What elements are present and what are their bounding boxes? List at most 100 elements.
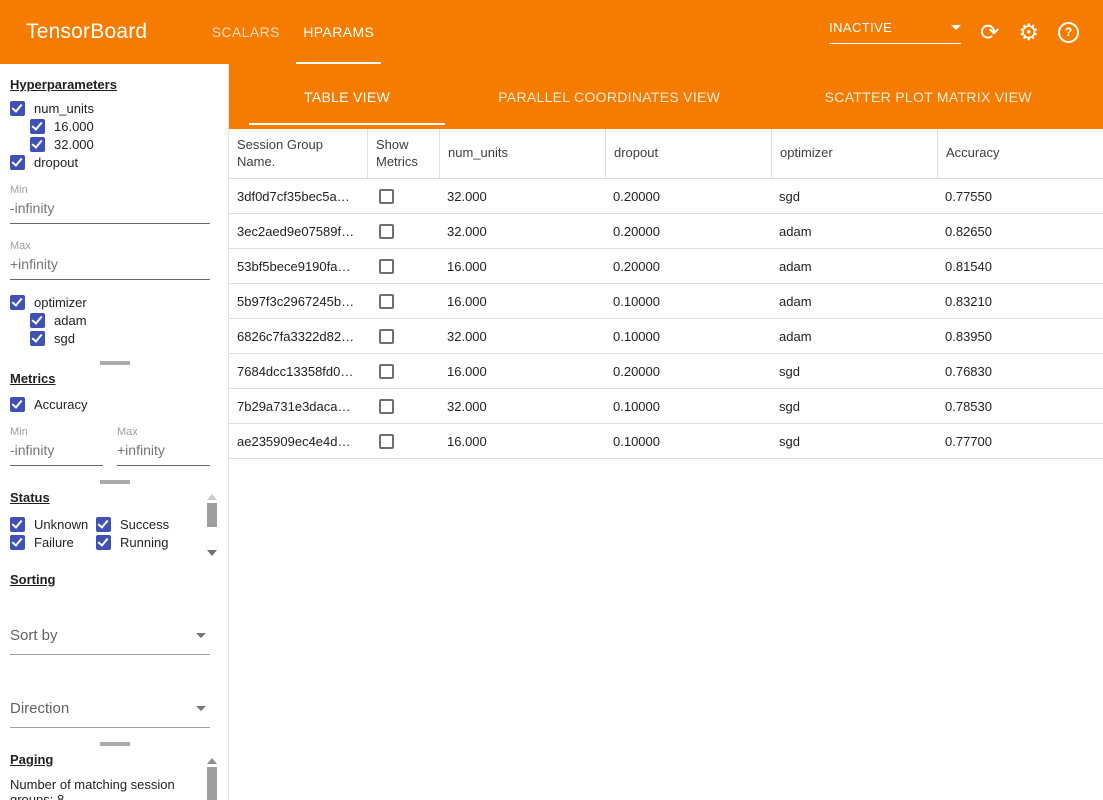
failure-checkbox[interactable] [10,535,25,550]
show-metrics-cell [367,224,439,239]
section-resize-handle[interactable] [100,742,130,746]
show-metrics-checkbox[interactable] [379,259,394,274]
show-metrics-checkbox[interactable] [379,329,394,344]
dropout-min-input[interactable]: -infinity [10,196,210,224]
chevron-down-icon [196,633,206,638]
sort-by-value: Sort by [10,627,58,644]
status-failure[interactable]: Failure [10,533,96,551]
unknown-label: Unknown [34,517,88,532]
status-running[interactable]: Running [96,533,219,551]
optimizer-cell: sgd [771,434,937,449]
num-units-cell: 32.000 [439,224,605,239]
scroll-up-icon[interactable] [207,494,217,500]
metric-max-input[interactable]: +infinity [117,438,210,466]
accuracy-cell: 0.83950 [937,329,1103,344]
status-unknown[interactable]: Unknown [10,515,96,533]
column-header-accuracy[interactable]: Accuracy [937,129,1103,178]
accuracy-cell: 0.77700 [937,434,1103,449]
show-metrics-cell [367,329,439,344]
hparam-dropout[interactable]: dropout [10,153,219,171]
show-metrics-checkbox[interactable] [379,189,394,204]
table-row: 6826c7fa3322d82… 32.000 0.10000 adam 0.8… [229,319,1103,354]
column-header-optimizer[interactable]: optimizer [771,129,937,178]
dropout-checkbox[interactable] [10,155,25,170]
scrollbar-thumb[interactable] [207,767,217,800]
tab-scalars[interactable]: SCALARS [199,0,292,64]
optimizer-checkbox[interactable] [10,295,25,310]
hparam-value-sgd[interactable]: sgd [30,329,219,347]
column-header-show-metrics[interactable]: Show Metrics [367,129,439,178]
show-metrics-cell [367,294,439,309]
show-metrics-cell [367,434,439,449]
paging-scrollbar [207,758,217,800]
show-metrics-checkbox[interactable] [379,294,394,309]
table-header: Session Group Name. Show Metrics num_uni… [229,129,1103,179]
hparam-value-16[interactable]: 16.000 [30,117,219,135]
sort-by-select[interactable]: Sort by [10,623,210,655]
success-checkbox[interactable] [96,517,111,532]
settings-icon[interactable]: ⚙ [1018,21,1039,44]
adam-checkbox[interactable] [30,313,45,328]
metric-min-label: Min [10,426,103,438]
section-resize-handle[interactable] [100,361,130,365]
accuracy-checkbox[interactable] [10,397,25,412]
column-header-num-units[interactable]: num_units [439,129,605,178]
value-16-checkbox[interactable] [30,119,45,134]
show-metrics-checkbox[interactable] [379,434,394,449]
tab-hparams[interactable]: HPARAMS [292,0,385,64]
metrics-title: Metrics [10,371,219,386]
help-icon[interactable]: ? [1058,22,1079,43]
section-resize-handle[interactable] [100,480,130,484]
show-metrics-cell [367,364,439,379]
direction-value: Direction [10,700,69,717]
status-title: Status [10,490,219,505]
session-group-name-cell: 5b97f3c2967245b… [229,294,367,309]
dropout-max-input[interactable]: +infinity [10,252,210,280]
value-16-label: 16.000 [54,119,94,134]
success-label: Success [120,517,169,532]
scrollbar-thumb[interactable] [207,503,217,527]
table-row: 3df0d7cf35bec5a… 32.000 0.20000 sgd 0.77… [229,179,1103,214]
chevron-down-icon [951,25,961,30]
tab-parallel-coordinates-view[interactable]: PARALLEL COORDINATES VIEW [465,64,753,129]
show-metrics-checkbox[interactable] [379,224,394,239]
sgd-checkbox[interactable] [30,331,45,346]
dropout-cell: 0.10000 [605,329,771,344]
scroll-down-icon[interactable] [207,550,217,556]
metric-min-input[interactable]: -infinity [10,438,103,466]
show-metrics-checkbox[interactable] [379,364,394,379]
adam-label: adam [54,313,87,328]
scroll-up-icon[interactable] [207,758,217,764]
hparam-num-units[interactable]: num_units [10,99,219,117]
tab-scatter-plot-matrix-view[interactable]: SCATTER PLOT MATRIX VIEW [753,64,1103,129]
column-header-dropout[interactable]: dropout [605,129,771,178]
top-bar: TensorBoard SCALARS HPARAMS INACTIVE ⟳ ⚙… [0,0,1103,64]
optimizer-cell: adam [771,329,937,344]
dropout-cell: 0.20000 [605,224,771,239]
hparam-value-32[interactable]: 32.000 [30,135,219,153]
session-group-name-cell: 3ec2aed9e07589f… [229,224,367,239]
main-nav-tabs: SCALARS HPARAMS [199,0,385,64]
show-metrics-cell [367,259,439,274]
direction-select[interactable]: Direction [10,696,210,728]
tab-table-view[interactable]: TABLE VIEW [229,64,465,129]
metric-max-label: Max [117,426,210,438]
paging-summary: Number of matching session groups: 8 [10,777,190,800]
value-32-checkbox[interactable] [30,137,45,152]
main-panel: TABLE VIEW PARALLEL COORDINATES VIEW SCA… [229,64,1103,800]
num-units-checkbox[interactable] [10,101,25,116]
status-success[interactable]: Success [96,515,219,533]
status-section: Status Unknown Success Failure Running [10,490,228,556]
reload-status-value: INACTIVE [829,20,892,35]
reload-status-select[interactable]: INACTIVE [829,20,961,44]
optimizer-cell: adam [771,259,937,274]
unknown-checkbox[interactable] [10,517,25,532]
running-checkbox[interactable] [96,535,111,550]
show-metrics-checkbox[interactable] [379,399,394,414]
column-header-session-group-name[interactable]: Session Group Name. [229,129,367,178]
refresh-icon[interactable]: ⟳ [980,21,999,44]
metric-accuracy[interactable]: Accuracy [10,395,219,413]
dropout-label: dropout [34,155,78,170]
hparam-value-adam[interactable]: adam [30,311,219,329]
hparam-optimizer[interactable]: optimizer [10,293,219,311]
